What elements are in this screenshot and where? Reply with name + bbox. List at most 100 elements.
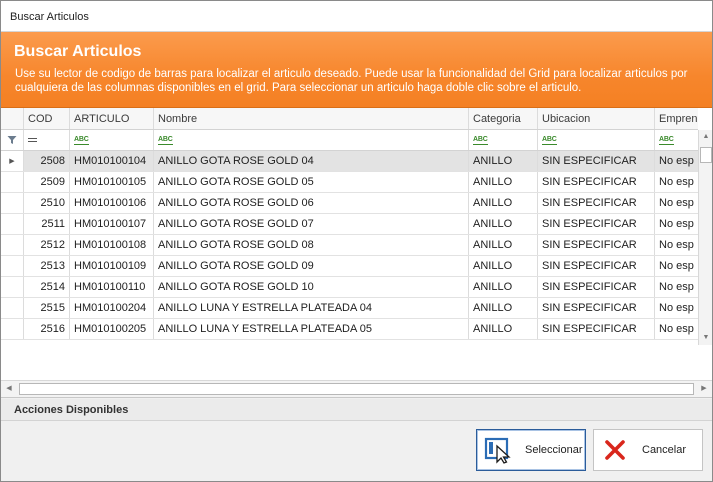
cell-nombre[interactable]: ANILLO LUNA Y ESTRELLA PLATEADA 04 — [154, 298, 469, 318]
cell-nombre[interactable]: ANILLO LUNA Y ESTRELLA PLATEADA 05 — [154, 319, 469, 339]
cell-nombre[interactable]: ANILLO GOTA ROSE GOLD 04 — [154, 151, 469, 171]
column-header-cod[interactable]: COD — [24, 108, 70, 129]
filter-cod[interactable] — [24, 130, 70, 150]
table-row[interactable]: ▶ 2508 HM010100104 ANILLO GOTA ROSE GOLD 04… — [1, 151, 698, 172]
cell-nombre[interactable]: ANILLO GOTA ROSE GOLD 07 — [154, 214, 469, 234]
cell-categoria[interactable]: ANILLO — [469, 235, 538, 255]
cell-cod[interactable]: 2509 — [24, 172, 70, 192]
cell-ubicacion[interactable]: SIN ESPECIFICAR — [538, 319, 655, 339]
cell-nombre[interactable]: ANILLO GOTA ROSE GOLD 06 — [154, 193, 469, 213]
filter-categoria[interactable]: ABC — [469, 130, 538, 150]
cell-emprendedor[interactable]: No esp — [655, 319, 698, 339]
table-row[interactable]: 2509 HM010100105 ANILLO GOTA ROSE GOLD 05 A… — [1, 172, 698, 193]
cell-cod[interactable]: 2511 — [24, 214, 70, 234]
row-indicator[interactable] — [1, 172, 24, 192]
row-indicator[interactable] — [1, 256, 24, 276]
column-header-categoria[interactable]: Categoria — [469, 108, 538, 129]
cell-cod[interactable]: 2510 — [24, 193, 70, 213]
select-button[interactable]: Seleccionar — [476, 429, 586, 471]
cell-cod[interactable]: 2513 — [24, 256, 70, 276]
cell-emprendedor[interactable]: No esp — [655, 256, 698, 276]
cell-categoria[interactable]: ANILLO — [469, 256, 538, 276]
cell-nombre[interactable]: ANILLO GOTA ROSE GOLD 05 — [154, 172, 469, 192]
scroll-left-icon[interactable]: ◀ — [1, 381, 17, 397]
table-row[interactable]: 2512 HM010100108 ANILLO GOTA ROSE GOLD 08 A… — [1, 235, 698, 256]
cell-categoria[interactable]: ANILLO — [469, 319, 538, 339]
cell-ubicacion[interactable]: SIN ESPECIFICAR — [538, 172, 655, 192]
row-indicator[interactable] — [1, 277, 24, 297]
column-header-nombre[interactable]: Nombre — [154, 108, 469, 129]
cell-nombre[interactable]: ANILLO GOTA ROSE GOLD 10 — [154, 277, 469, 297]
cell-articulo[interactable]: HM010100110 — [70, 277, 154, 297]
column-header-emprendedor[interactable]: Emprended — [655, 108, 698, 129]
cell-articulo[interactable]: HM010100105 — [70, 172, 154, 192]
scroll-down-icon[interactable]: ▼ — [699, 331, 713, 345]
cell-nombre[interactable]: ANILLO GOTA ROSE GOLD 08 — [154, 235, 469, 255]
cell-emprendedor[interactable]: No esp — [655, 277, 698, 297]
scroll-right-icon[interactable]: ▶ — [696, 381, 712, 397]
cell-articulo[interactable]: HM010100106 — [70, 193, 154, 213]
cell-cod[interactable]: 2515 — [24, 298, 70, 318]
column-header-ubicacion[interactable]: Ubicacion — [538, 108, 655, 129]
vertical-scrollbar[interactable]: ▲ ▼ — [698, 130, 712, 345]
scroll-up-icon[interactable]: ▲ — [699, 130, 713, 144]
cell-emprendedor[interactable]: No esp — [655, 151, 698, 171]
cell-articulo[interactable]: HM010100109 — [70, 256, 154, 276]
cell-emprendedor[interactable]: No esp — [655, 214, 698, 234]
cell-categoria[interactable]: ANILLO — [469, 172, 538, 192]
filter-articulo[interactable]: ABC — [70, 130, 154, 150]
cell-ubicacion[interactable]: SIN ESPECIFICAR — [538, 151, 655, 171]
cell-emprendedor[interactable]: No esp — [655, 172, 698, 192]
cancel-button[interactable]: Cancelar — [593, 429, 703, 471]
table-row[interactable]: 2513 HM010100109 ANILLO GOTA ROSE GOLD 09 A… — [1, 256, 698, 277]
cell-ubicacion[interactable]: SIN ESPECIFICAR — [538, 214, 655, 234]
cell-cod[interactable]: 2512 — [24, 235, 70, 255]
cell-ubicacion[interactable]: SIN ESPECIFICAR — [538, 277, 655, 297]
cell-categoria[interactable]: ANILLO — [469, 298, 538, 318]
filter-emprendedor[interactable]: ABC — [655, 130, 698, 150]
row-indicator[interactable] — [1, 298, 24, 318]
horizontal-scroll-thumb[interactable] — [19, 383, 694, 395]
cell-articulo[interactable]: HM010100205 — [70, 319, 154, 339]
cell-cod[interactable]: 2508 — [24, 151, 70, 171]
cell-nombre[interactable]: ANILLO GOTA ROSE GOLD 09 — [154, 256, 469, 276]
column-header-articulo[interactable]: ARTICULO — [70, 108, 154, 129]
horizontal-scrollbar[interactable]: ◀ ▶ — [1, 380, 712, 397]
cell-categoria[interactable]: ANILLO — [469, 277, 538, 297]
filter-ubicacion[interactable]: ABC — [538, 130, 655, 150]
table-row[interactable]: 2510 HM010100106 ANILLO GOTA ROSE GOLD 06 A… — [1, 193, 698, 214]
cell-emprendedor[interactable]: No esp — [655, 235, 698, 255]
cell-ubicacion[interactable]: SIN ESPECIFICAR — [538, 235, 655, 255]
cell-articulo[interactable]: HM010100104 — [70, 151, 154, 171]
row-indicator[interactable] — [1, 319, 24, 339]
vertical-scroll-thumb[interactable] — [700, 147, 712, 163]
row-indicator[interactable]: ▶ — [1, 151, 24, 171]
row-indicator[interactable] — [1, 235, 24, 255]
cell-categoria[interactable]: ANILLO — [469, 214, 538, 234]
cell-cod[interactable]: 2516 — [24, 319, 70, 339]
cell-ubicacion[interactable]: SIN ESPECIFICAR — [538, 298, 655, 318]
cell-ubicacion[interactable]: SIN ESPECIFICAR — [538, 256, 655, 276]
filter-icon[interactable] — [1, 130, 24, 150]
articles-grid[interactable]: COD ARTICULO Nombre Categoria Ubicacion … — [1, 108, 712, 398]
cell-cod[interactable]: 2514 — [24, 277, 70, 297]
cell-articulo[interactable]: HM010100204 — [70, 298, 154, 318]
row-indicator[interactable] — [1, 193, 24, 213]
filter-nombre[interactable]: ABC — [154, 130, 469, 150]
abc-filter-icon: ABC — [74, 135, 89, 145]
table-row[interactable]: 2511 HM010100107 ANILLO GOTA ROSE GOLD 07 A… — [1, 214, 698, 235]
cell-emprendedor[interactable]: No esp — [655, 298, 698, 318]
window-title: Buscar Articulos — [10, 11, 89, 23]
cell-articulo[interactable]: HM010100108 — [70, 235, 154, 255]
table-row[interactable]: 2516 HM010100205 ANILLO LUNA Y ESTRELLA PL… — [1, 319, 698, 340]
cell-emprendedor[interactable]: No esp — [655, 193, 698, 213]
row-indicator[interactable] — [1, 214, 24, 234]
cell-ubicacion[interactable]: SIN ESPECIFICAR — [538, 193, 655, 213]
cell-categoria[interactable]: ANILLO — [469, 151, 538, 171]
cell-categoria[interactable]: ANILLO — [469, 193, 538, 213]
cancel-button-label: Cancelar — [642, 444, 687, 456]
table-row[interactable]: 2514 HM010100110 ANILLO GOTA ROSE GOLD 10 A… — [1, 277, 698, 298]
title-bar: Buscar Articulos — [1, 1, 712, 32]
table-row[interactable]: 2515 HM010100204 ANILLO LUNA Y ESTRELLA PL… — [1, 298, 698, 319]
cell-articulo[interactable]: HM010100107 — [70, 214, 154, 234]
